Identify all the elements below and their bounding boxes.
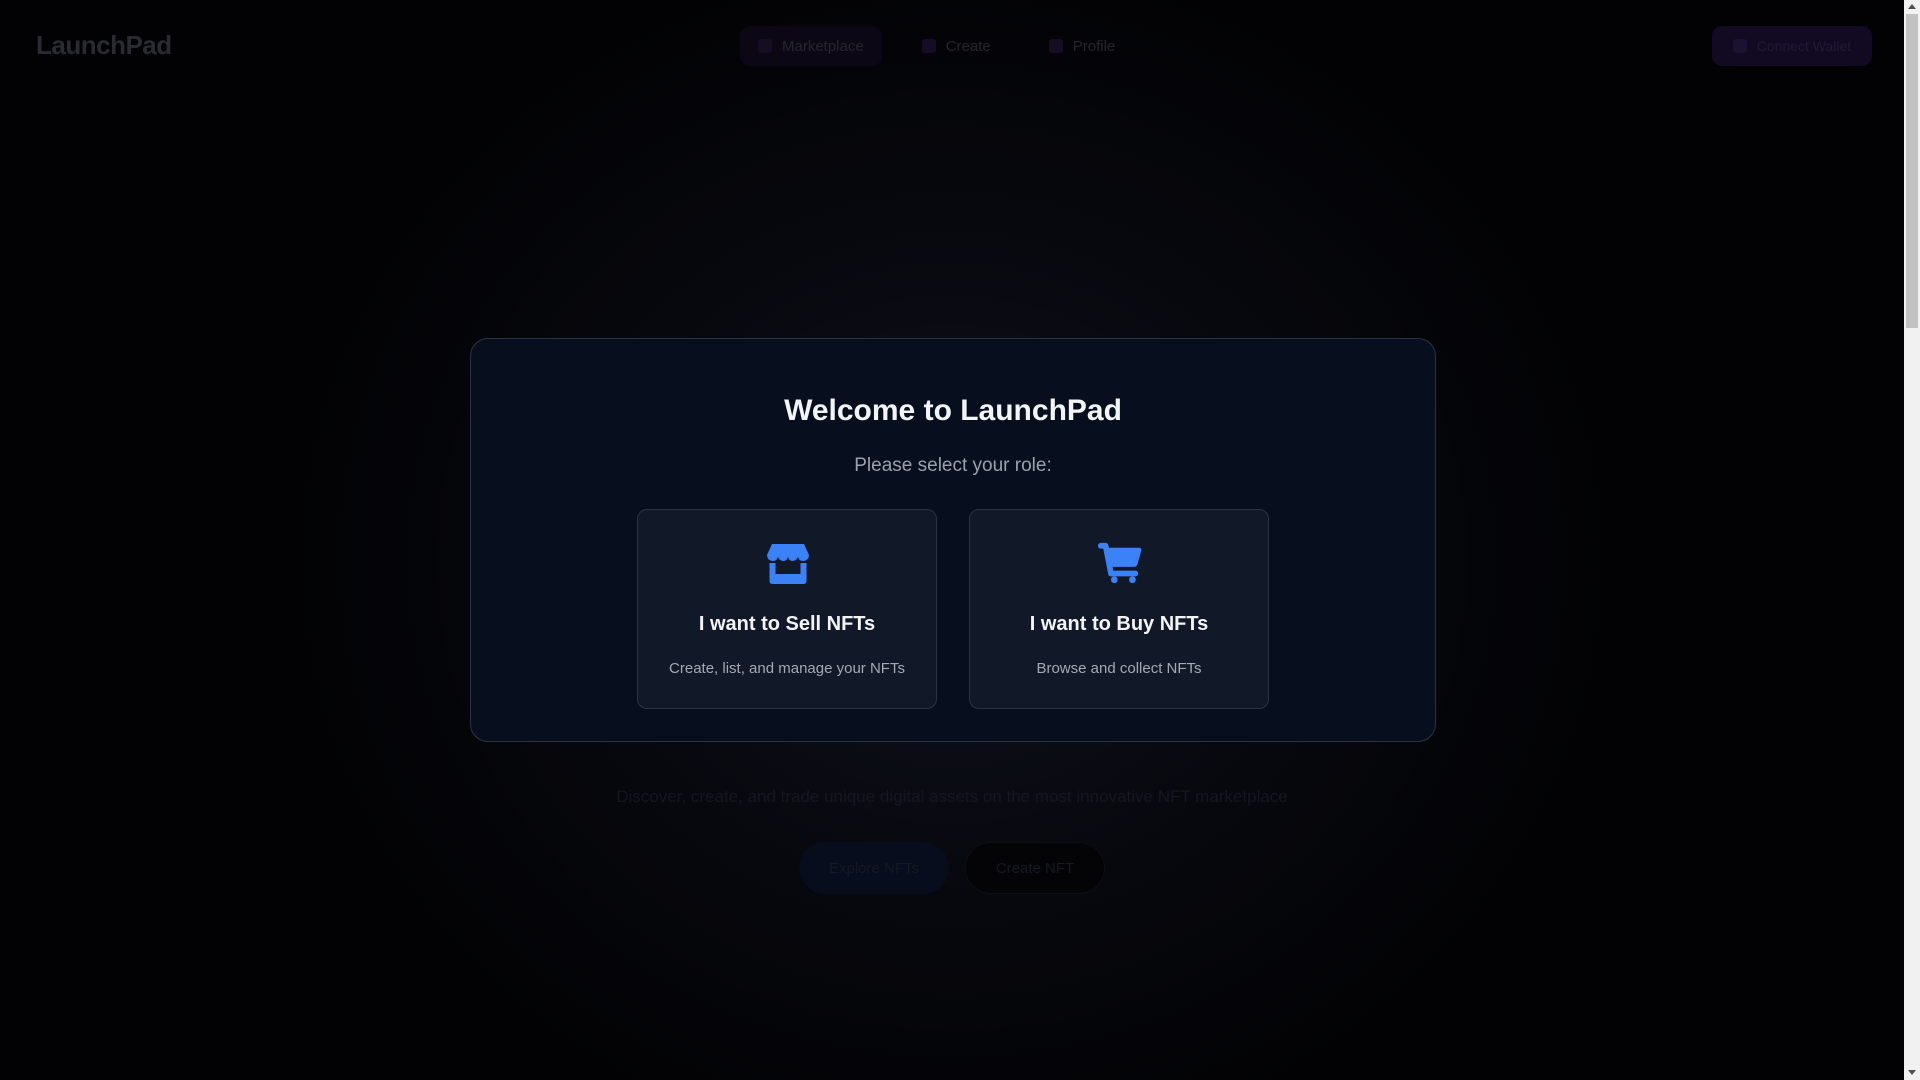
navbar: LaunchPad Marketplace Create Profile Con… xyxy=(0,0,1904,92)
buy-role-card[interactable]: I want to Buy NFTs Browse and collect NF… xyxy=(969,509,1269,709)
wallet-icon xyxy=(1732,39,1747,53)
scrollbar-thumb[interactable] xyxy=(1906,14,1918,328)
role-selection-modal: Welcome to LaunchPad Please select your … xyxy=(470,338,1436,742)
explore-nfts-button[interactable]: Explore NFTs xyxy=(799,842,949,894)
nav-link-create[interactable]: Create xyxy=(904,26,1009,66)
nav-link-label: Profile xyxy=(1072,37,1116,55)
buy-role-description: Browse and collect NFTs xyxy=(1036,660,1202,677)
connect-wallet-button[interactable]: Connect Wallet xyxy=(1712,26,1872,66)
logo[interactable]: LaunchPad xyxy=(36,30,172,61)
hero-buttons: Explore NFTs Create NFT xyxy=(0,842,1904,894)
sell-role-description: Create, list, and manage your NFTs xyxy=(669,660,905,677)
store-icon xyxy=(767,544,809,584)
nav-link-label: Marketplace xyxy=(782,37,864,55)
nav-link-profile[interactable]: Profile xyxy=(1031,26,1134,66)
plus-icon xyxy=(921,39,936,53)
user-icon xyxy=(1048,39,1063,53)
nav-links: Marketplace Create Profile xyxy=(740,26,1133,66)
hero-description: Discover, create, and trade unique digit… xyxy=(616,787,1288,806)
modal-subtitle: Please select your role: xyxy=(854,455,1052,476)
scroll-up-arrow-icon[interactable] xyxy=(1908,4,1916,9)
create-nft-button[interactable]: Create NFT xyxy=(965,842,1105,894)
store-icon xyxy=(758,39,772,53)
modal-title: Welcome to LaunchPad xyxy=(784,394,1122,427)
sell-role-card[interactable]: I want to Sell NFTs Create, list, and ma… xyxy=(637,509,937,709)
shopping-cart-icon xyxy=(1098,542,1142,584)
nav-link-label: Create xyxy=(945,37,991,55)
scroll-down-arrow-icon[interactable] xyxy=(1908,1070,1916,1075)
buy-role-title: I want to Buy NFTs xyxy=(1029,613,1209,635)
sell-role-title: I want to Sell NFTs xyxy=(698,613,876,635)
connect-wallet-label: Connect Wallet xyxy=(1756,38,1852,54)
nav-link-marketplace[interactable]: Marketplace xyxy=(740,26,882,66)
